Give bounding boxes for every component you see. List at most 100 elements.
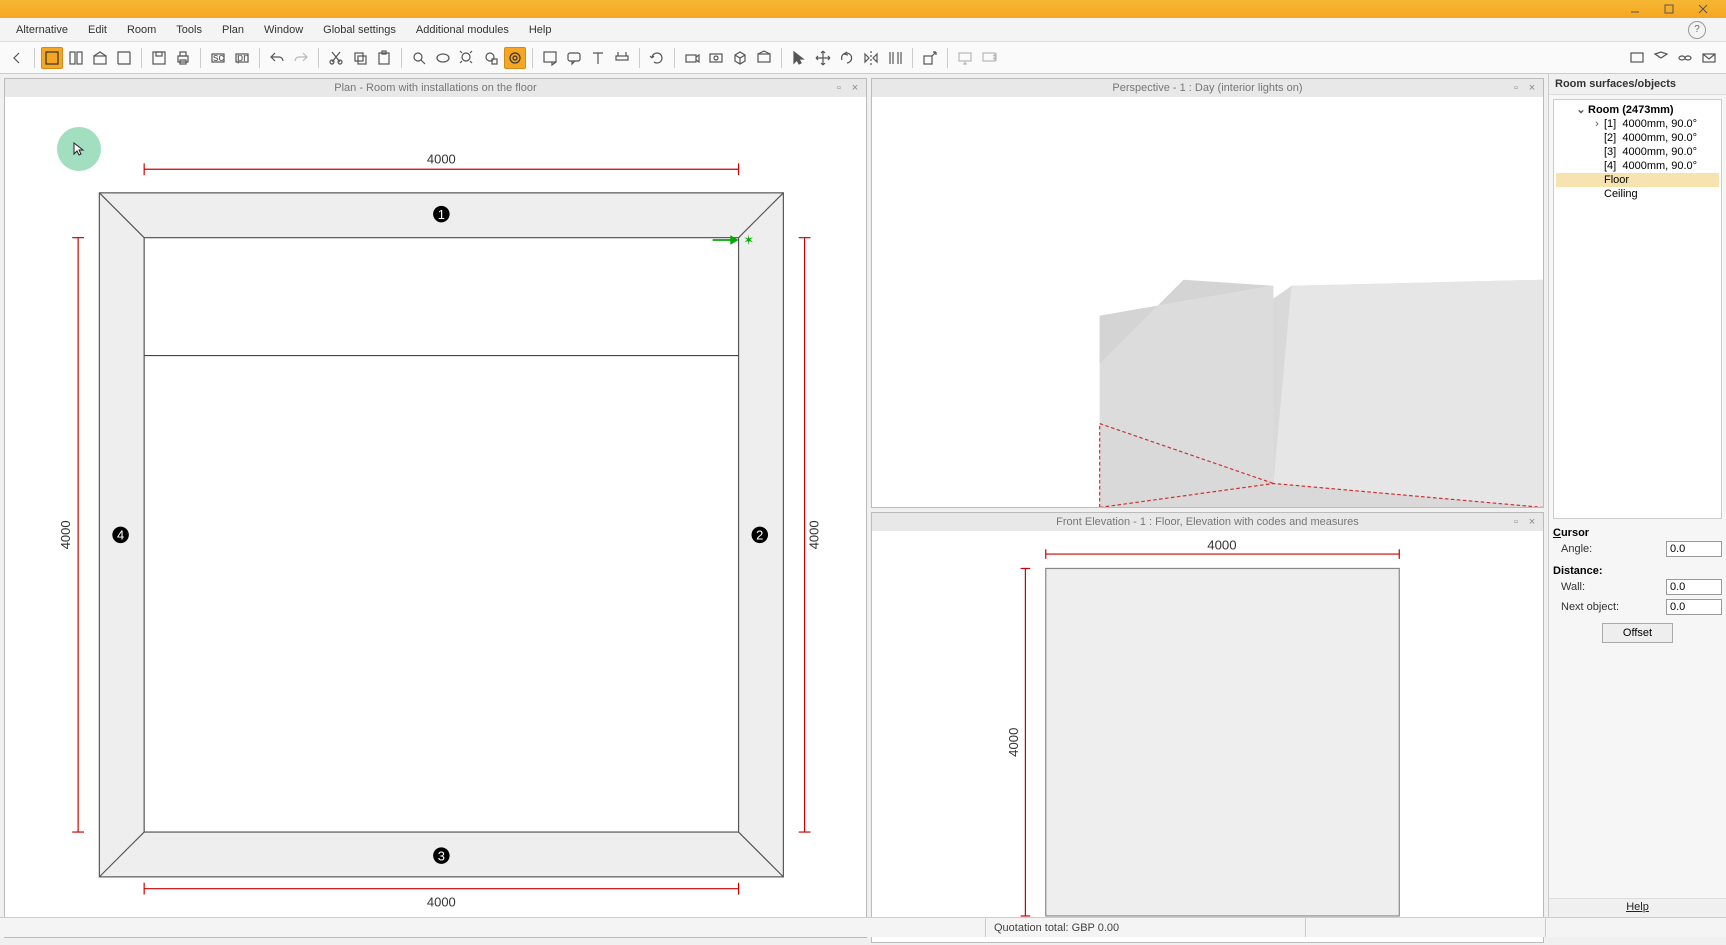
zoom-selection-icon[interactable] (480, 47, 502, 69)
sc-icon[interactable]: sc (207, 47, 229, 69)
copy-icon[interactable] (349, 47, 371, 69)
offset-button[interactable]: Offset (1602, 623, 1673, 643)
chevron-right-icon[interactable]: › (1590, 118, 1604, 130)
menu-room[interactable]: Room (117, 21, 166, 39)
zoom-window-icon[interactable] (432, 47, 454, 69)
tree-wall-3[interactable]: [3] 4000mm, 90.0° (1556, 145, 1719, 159)
tree-wall-2[interactable]: [2] 4000mm, 90.0° (1556, 131, 1719, 145)
refresh-icon[interactable] (646, 47, 668, 69)
perspective-panel: Perspective - 1 : Day (interior lights o… (871, 78, 1544, 508)
elevation-canvas[interactable]: 4000 4000 (872, 531, 1543, 941)
menu-bar: Alternative Edit Room Tools Plan Window … (0, 18, 1726, 42)
status-bar: Quotation total: GBP 0.00 (0, 917, 1726, 937)
panel-close-icon[interactable]: × (848, 81, 862, 95)
pn-icon[interactable]: pn (231, 47, 253, 69)
move-icon[interactable] (812, 47, 834, 69)
view-plan-icon[interactable] (41, 47, 63, 69)
svg-text:3: 3 (438, 848, 445, 863)
email-icon[interactable] (1650, 47, 1672, 69)
svg-text:pn: pn (237, 52, 249, 64)
menu-help[interactable]: Help (519, 21, 562, 39)
screen-icon[interactable] (1626, 47, 1648, 69)
panel-close-icon[interactable]: × (1525, 81, 1539, 95)
dim-left: 4000 (58, 520, 73, 549)
panel-maximize-icon[interactable]: ▫ (1509, 81, 1523, 95)
menu-window[interactable]: Window (254, 21, 313, 39)
svg-text:4000: 4000 (1207, 538, 1236, 553)
cursor-highlight-icon (57, 127, 101, 171)
zoom-extents-icon[interactable] (456, 47, 478, 69)
cut-icon[interactable] (325, 47, 347, 69)
menu-additional-modules[interactable]: Additional modules (406, 21, 519, 39)
plan-view-canvas[interactable]: 4000 4000 4000 4000 (5, 97, 866, 937)
next-object-input[interactable] (1666, 599, 1722, 615)
angle-label: Angle: (1553, 543, 1660, 555)
note-icon[interactable] (539, 47, 561, 69)
camera-icon[interactable] (681, 47, 703, 69)
envelope-icon[interactable] (1698, 47, 1720, 69)
panel-maximize-icon[interactable]: ▫ (832, 81, 846, 95)
save-icon[interactable] (148, 47, 170, 69)
window-minimize-icon[interactable] (1618, 2, 1652, 16)
menu-plan[interactable]: Plan (212, 21, 254, 39)
box3d-icon[interactable] (729, 47, 751, 69)
angle-input[interactable] (1666, 541, 1722, 557)
link-icon[interactable] (1674, 47, 1696, 69)
svg-text:4000: 4000 (1006, 728, 1021, 757)
rotate-icon[interactable] (836, 47, 858, 69)
window-close-icon[interactable] (1686, 2, 1720, 16)
dim-top: 4000 (427, 151, 456, 166)
window-maximize-icon[interactable] (1652, 2, 1686, 16)
svg-text:4: 4 (117, 528, 124, 543)
redo-icon[interactable] (290, 47, 312, 69)
zoom-icon[interactable] (408, 47, 430, 69)
menu-edit[interactable]: Edit (78, 21, 117, 39)
help-circle-icon[interactable]: ? (1688, 21, 1706, 39)
tree-floor[interactable]: Floor (1556, 173, 1719, 187)
menu-tools[interactable]: Tools (166, 21, 212, 39)
dimension-icon[interactable] (611, 47, 633, 69)
tree-wall-1[interactable]: › [1] 4000mm, 90.0° (1556, 117, 1719, 131)
tree-wall-4[interactable]: [4] 4000mm, 90.0° (1556, 159, 1719, 173)
tree-room-node[interactable]: ⌄ Room (2473mm) (1556, 102, 1719, 117)
room-tree[interactable]: ⌄ Room (2473mm) › [1] 4000mm, 90.0° [2] … (1553, 99, 1722, 519)
layers-icon[interactable] (753, 47, 775, 69)
view-corner-icon[interactable] (113, 47, 135, 69)
plan-view-header: Plan - Room with installations on the fl… (5, 79, 866, 97)
mirror-icon[interactable] (860, 47, 882, 69)
next-object-label: Next object: (1553, 601, 1660, 613)
dim-bottom: 4000 (427, 894, 456, 909)
back-icon[interactable] (6, 47, 28, 69)
zoom-realtime-icon[interactable] (504, 47, 526, 69)
chevron-down-icon[interactable]: ⌄ (1574, 103, 1588, 116)
help-link[interactable]: Help (1549, 898, 1726, 917)
toolbar: sc pn (0, 42, 1726, 74)
menu-global-settings[interactable]: Global settings (313, 21, 406, 39)
status-right-1 (1306, 918, 1546, 937)
align-icon[interactable] (884, 47, 906, 69)
panel-close-icon[interactable]: × (1525, 515, 1539, 529)
menu-alternative[interactable]: Alternative (6, 21, 78, 39)
print-icon[interactable] (172, 47, 194, 69)
render-icon[interactable] (705, 47, 727, 69)
paste-icon[interactable] (373, 47, 395, 69)
tree-ceiling[interactable]: Ceiling (1556, 187, 1719, 201)
undo-icon[interactable] (266, 47, 288, 69)
monitor-icon[interactable] (954, 47, 976, 69)
tree-room-label: Room (2473mm) (1588, 104, 1674, 116)
distance-heading: Distance: (1553, 565, 1722, 577)
comment-icon[interactable] (563, 47, 585, 69)
panel-maximize-icon[interactable]: ▫ (1509, 515, 1523, 529)
status-quotation: Quotation total: GBP 0.00 (986, 918, 1306, 937)
view-elevation-icon[interactable] (89, 47, 111, 69)
svg-text:sc: sc (213, 52, 225, 64)
wall-input[interactable] (1666, 579, 1722, 595)
perspective-canvas[interactable] (872, 97, 1543, 507)
perspective-title: Perspective - 1 : Day (interior lights o… (1112, 82, 1302, 94)
monitor2-icon[interactable] (978, 47, 1000, 69)
pointer-icon[interactable] (788, 47, 810, 69)
text-icon[interactable] (587, 47, 609, 69)
view-list-icon[interactable] (65, 47, 87, 69)
cursor-heading: Cursor (1553, 527, 1722, 539)
export-icon[interactable] (919, 47, 941, 69)
